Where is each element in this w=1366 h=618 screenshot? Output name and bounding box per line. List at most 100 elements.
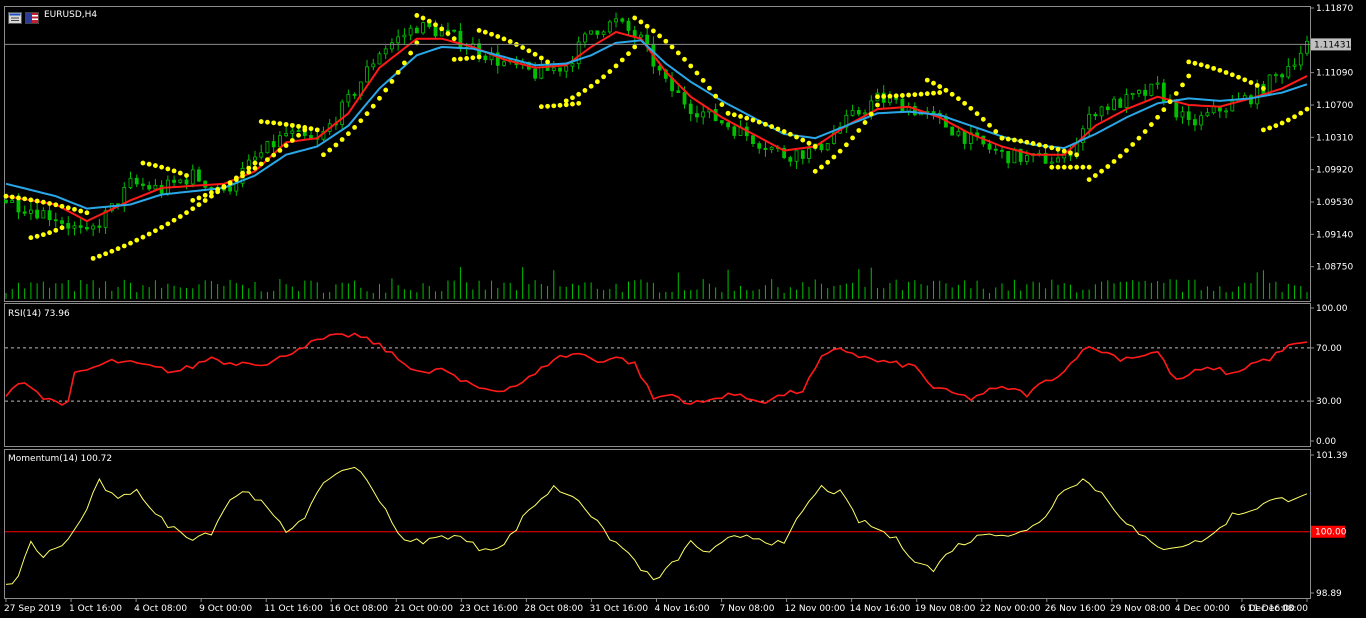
candle-body (383, 48, 388, 55)
sar-dot (271, 152, 277, 158)
momentum-title: Momentum(14) 100.72 (8, 454, 112, 464)
sar-dot (787, 131, 793, 137)
sar-dot (763, 121, 768, 127)
sar-dot (563, 98, 569, 104)
sar-dot (875, 102, 880, 108)
candle-body (626, 20, 631, 31)
price-tick-label: 1.10310 (1316, 133, 1353, 143)
sar-dot (1092, 173, 1098, 178)
sar-dot (682, 56, 687, 62)
sar-dot (924, 77, 930, 83)
sar-dot (476, 54, 482, 60)
sar-dot (1086, 177, 1092, 183)
sar-dot (713, 93, 719, 99)
sar-dot (389, 79, 395, 84)
sar-dot (1099, 168, 1104, 174)
sar-dot (1111, 159, 1117, 164)
candle-body (340, 101, 345, 125)
candle-body (4, 199, 8, 203)
candle-body (414, 27, 419, 34)
candle-body (452, 29, 457, 32)
sar-dot (657, 33, 663, 39)
candle-body (1012, 148, 1017, 164)
sar-dot (34, 198, 40, 204)
sar-dot (289, 138, 295, 143)
time-tick-label: 19 Nov 08:00 (915, 604, 976, 614)
rsi-tick-label: 70.00 (1316, 344, 1342, 354)
rsi-pane[interactable]: 100.00 70.00 30.00 0.00 (5, 304, 1348, 447)
pane-frame (4, 6, 1311, 302)
sar-dot (476, 27, 482, 33)
parabolic-sar (3, 13, 1310, 261)
candle-body (41, 210, 46, 219)
sar-dot (1055, 146, 1061, 152)
chart-canvas[interactable]: 1.11870 1.11090 1.10700 1.10310 1.09920 1.095… (0, 0, 1366, 618)
sar-dot (570, 101, 575, 107)
sar-dot (588, 83, 594, 89)
sar-dot (103, 251, 108, 257)
rsi-tick-label: 100.00 (1316, 304, 1348, 314)
pane-frame (4, 303, 1311, 447)
sar-dot (289, 122, 295, 128)
candle-body (682, 92, 687, 105)
sar-dot (1142, 129, 1148, 134)
sar-dot (576, 100, 582, 106)
time-tick-label: 4 Nov 16:00 (655, 604, 710, 614)
candle-body (85, 227, 89, 230)
candle-body (147, 185, 152, 190)
sar-dot (937, 90, 943, 95)
price-tick-label: 1.09140 (1316, 230, 1353, 240)
candle-body (1124, 94, 1129, 108)
candle-body (22, 211, 27, 214)
candle-body (141, 183, 145, 186)
candle-body (1099, 106, 1104, 117)
candle-body (1273, 74, 1278, 77)
sar-dot (202, 198, 208, 203)
sar-dot (302, 125, 308, 130)
price-tick-label: 1.09530 (1316, 198, 1353, 208)
time-tick-label: 29 Nov 08:00 (1110, 604, 1171, 614)
candle-body (72, 225, 77, 229)
candle-body (1193, 119, 1197, 126)
sar-dot (1117, 153, 1123, 159)
price-pane[interactable]: 1.11870 1.11090 1.10700 1.10310 1.09920 1.095… (3, 4, 1354, 299)
sar-dot (1136, 135, 1142, 141)
candle-body (589, 30, 594, 35)
candle-body (900, 98, 905, 113)
candle-body (1006, 150, 1011, 164)
momentum-pane[interactable]: 101.39 98.89 100.00 (5, 451, 1348, 599)
candle-body (421, 22, 425, 34)
sar-dot (146, 161, 152, 167)
sar-dot (1049, 164, 1055, 170)
sar-dot (931, 80, 936, 86)
price-tick-label: 1.08750 (1316, 263, 1353, 273)
sar-dot (626, 51, 631, 57)
sar-dot (906, 92, 912, 98)
candle-body (277, 135, 282, 148)
sar-dot (875, 94, 880, 100)
sar-dot (887, 93, 893, 99)
momentum-tick-label: 101.39 (1316, 451, 1348, 461)
price-tick-label: 1.10700 (1316, 101, 1353, 111)
sar-dot (1105, 164, 1111, 169)
sar-dot (364, 111, 370, 117)
sar-dot (28, 235, 34, 241)
sar-dot (1267, 125, 1273, 131)
sar-dot (3, 193, 9, 199)
candle-body (290, 130, 295, 134)
candle-body (35, 209, 40, 219)
sar-dot (190, 197, 196, 203)
candle-body (1130, 92, 1135, 96)
sar-dot (1167, 99, 1173, 105)
candle-body (197, 169, 201, 182)
sar-dot (395, 69, 401, 75)
candle-body (172, 179, 176, 183)
candle-body (1137, 89, 1141, 94)
candle-body (1056, 157, 1060, 163)
candle-body (458, 30, 463, 49)
sar-dot (215, 187, 221, 192)
sar-dot (140, 234, 146, 240)
candle-body (1000, 149, 1004, 152)
sar-dot (283, 122, 289, 127)
sar-dot (538, 55, 544, 61)
